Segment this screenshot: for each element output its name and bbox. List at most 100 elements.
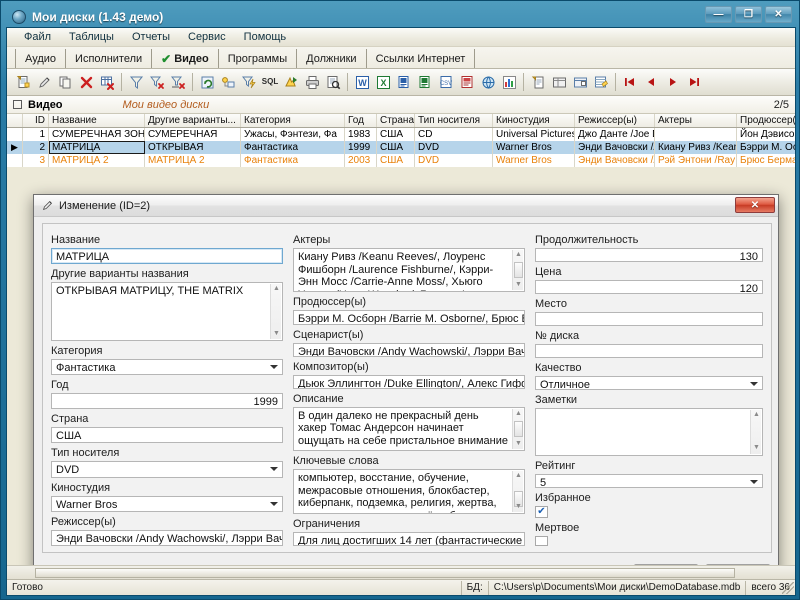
table-row[interactable]: 3 МАТРИЦА 2 МАТРИЦА 2 Фантастика 2003 СШ… bbox=[7, 154, 795, 167]
export-html-icon[interactable] bbox=[478, 72, 498, 93]
grid-settings-icon[interactable] bbox=[591, 72, 611, 93]
grid-header-category[interactable]: Категория bbox=[241, 114, 345, 127]
chevron-down-icon[interactable] bbox=[270, 502, 278, 506]
nav-prev-icon[interactable] bbox=[641, 72, 661, 93]
input-country[interactable]: США bbox=[51, 427, 283, 443]
checkbox-favorite[interactable]: ✔ bbox=[535, 506, 548, 518]
grid-header-name[interactable]: Название bbox=[49, 114, 145, 127]
tab-video[interactable]: ✔ Видео bbox=[152, 49, 219, 68]
minimize-button[interactable]: — bbox=[705, 6, 732, 23]
input-place[interactable] bbox=[535, 312, 763, 326]
new-column-icon[interactable] bbox=[528, 72, 548, 93]
scrollbar-notes[interactable]: ▲ ▼ bbox=[750, 410, 761, 454]
input-disc-number[interactable] bbox=[535, 344, 763, 358]
grid-header-alt[interactable]: Другие варианты... bbox=[145, 114, 241, 127]
scroll-up-icon[interactable]: ▲ bbox=[513, 409, 524, 419]
close-button[interactable]: ✕ bbox=[765, 6, 792, 23]
input-description[interactable]: В один далеко не прекрасный день хакер Т… bbox=[293, 407, 525, 451]
table-properties-icon[interactable] bbox=[570, 72, 590, 93]
export-excel-icon[interactable]: X bbox=[373, 72, 393, 93]
grid-header-studio[interactable]: Киностудия bbox=[493, 114, 575, 127]
tab-performers[interactable]: Исполнители bbox=[66, 49, 152, 68]
scroll-down-icon[interactable]: ▼ bbox=[513, 280, 524, 290]
chart-icon[interactable] bbox=[499, 72, 519, 93]
menu-tables[interactable]: Таблицы bbox=[60, 29, 123, 45]
tab-audio[interactable]: Аудио bbox=[15, 49, 66, 68]
menu-help[interactable]: Помощь bbox=[235, 29, 296, 45]
scrollbar-alt-names[interactable]: ▲ ▼ bbox=[270, 284, 281, 339]
chevron-down-icon[interactable] bbox=[750, 480, 758, 484]
new-record-icon[interactable] bbox=[13, 72, 33, 93]
grid-header-country[interactable]: Страна bbox=[377, 114, 415, 127]
grid-header-director[interactable]: Режиссер(ы) bbox=[575, 114, 655, 127]
nav-first-icon[interactable] bbox=[620, 72, 640, 93]
delete-table-icon[interactable] bbox=[97, 72, 117, 93]
scroll-up-icon[interactable]: ▲ bbox=[271, 284, 282, 294]
tab-programs[interactable]: Программы bbox=[219, 49, 297, 68]
scrollbar-keywords[interactable]: ▲ ▼ bbox=[512, 471, 523, 511]
chevron-down-icon[interactable] bbox=[750, 382, 758, 386]
export-xls2-icon[interactable] bbox=[415, 72, 435, 93]
filter-clear-icon[interactable] bbox=[168, 72, 188, 93]
data-grid[interactable]: ID Название Другие варианты... Категория… bbox=[7, 114, 795, 167]
delete-record-icon[interactable] bbox=[76, 72, 96, 93]
print-icon[interactable] bbox=[302, 72, 322, 93]
refresh-icon[interactable] bbox=[197, 72, 217, 93]
input-writers[interactable]: Энди Вачовски /Andy Wachowski/, Лэрри Ва… bbox=[293, 343, 525, 357]
grid-header-media[interactable]: Тип носителя bbox=[415, 114, 493, 127]
input-duration[interactable]: 130 bbox=[535, 248, 763, 262]
filter-remove-icon[interactable] bbox=[147, 72, 167, 93]
input-director[interactable]: Энди Вачовски /Andy Wachowski/, Лэрри Ва… bbox=[51, 530, 283, 546]
combo-quality[interactable]: Отличное bbox=[535, 376, 763, 390]
input-composers[interactable]: Дьюк Эллингтон /Duke Ellington/, Алекс Г… bbox=[293, 375, 525, 389]
sql-icon[interactable]: SQL bbox=[260, 72, 280, 93]
export-doc2-icon[interactable] bbox=[394, 72, 414, 93]
horizontal-scrollbar[interactable] bbox=[7, 565, 795, 579]
menu-file[interactable]: Файл bbox=[15, 29, 60, 45]
filter-icon[interactable] bbox=[126, 72, 146, 93]
input-notes[interactable]: ▲ ▼ bbox=[535, 408, 763, 456]
grid-header-actors[interactable]: Актеры bbox=[655, 114, 737, 127]
edit-record-icon[interactable] bbox=[34, 72, 54, 93]
tab-internet-links[interactable]: Ссылки Интернет bbox=[367, 49, 476, 68]
cell-name[interactable]: МАТРИЦА bbox=[49, 141, 145, 154]
input-actors[interactable]: Киану Ривз /Keanu Reeves/, Лоуренс Фишбо… bbox=[293, 248, 525, 292]
input-year[interactable]: 1999 bbox=[51, 393, 283, 409]
nav-last-icon[interactable] bbox=[683, 72, 703, 93]
menu-reports[interactable]: Отчеты bbox=[123, 29, 179, 45]
chevron-down-icon[interactable] bbox=[270, 467, 278, 471]
input-price[interactable]: 120 bbox=[535, 280, 763, 294]
export-pdf-icon[interactable] bbox=[457, 72, 477, 93]
tab-debtors[interactable]: Должники bbox=[297, 49, 366, 68]
nav-next-icon[interactable] bbox=[662, 72, 682, 93]
scroll-down-icon[interactable]: ▼ bbox=[513, 439, 524, 449]
checkbox-dead[interactable] bbox=[535, 536, 548, 546]
maximize-button[interactable]: ❐ bbox=[735, 6, 762, 23]
combo-media-type[interactable]: DVD bbox=[51, 461, 283, 477]
dialog-close-button[interactable]: ✕ bbox=[735, 197, 775, 213]
scroll-up-icon[interactable]: ▲ bbox=[513, 250, 524, 260]
table-row[interactable]: 1 СУМЕРЕЧНАЯ ЗОН СУМЕРЕЧНАЯ Ужасы, Фэнте… bbox=[7, 128, 795, 141]
print-preview-icon[interactable] bbox=[323, 72, 343, 93]
scroll-down-icon[interactable]: ▼ bbox=[751, 444, 762, 454]
column-properties-icon[interactable] bbox=[549, 72, 569, 93]
scroll-thumb[interactable] bbox=[514, 262, 523, 278]
menu-service[interactable]: Сервис bbox=[179, 29, 235, 45]
scroll-up-icon[interactable]: ▲ bbox=[513, 471, 524, 481]
export-word-icon[interactable]: W bbox=[352, 72, 372, 93]
find-next-icon[interactable] bbox=[281, 72, 301, 93]
combo-category[interactable]: Фантастика bbox=[51, 359, 283, 375]
scroll-thumb[interactable] bbox=[514, 421, 523, 437]
combo-rating[interactable]: 5 bbox=[535, 474, 763, 488]
scroll-thumb[interactable] bbox=[35, 568, 735, 578]
scrollbar-description[interactable]: ▲ ▼ bbox=[512, 409, 523, 449]
scroll-down-icon[interactable]: ▼ bbox=[271, 329, 282, 339]
export-csv-icon[interactable]: CSV bbox=[436, 72, 456, 93]
chevron-down-icon[interactable] bbox=[270, 365, 278, 369]
grid-header-year[interactable]: Год bbox=[345, 114, 377, 127]
copy-record-icon[interactable] bbox=[55, 72, 75, 93]
scroll-up-icon[interactable]: ▲ bbox=[751, 410, 762, 420]
input-name[interactable]: МАТРИЦА bbox=[51, 248, 283, 264]
resize-grip[interactable] bbox=[782, 582, 794, 594]
grid-header-id[interactable]: ID bbox=[23, 114, 49, 127]
